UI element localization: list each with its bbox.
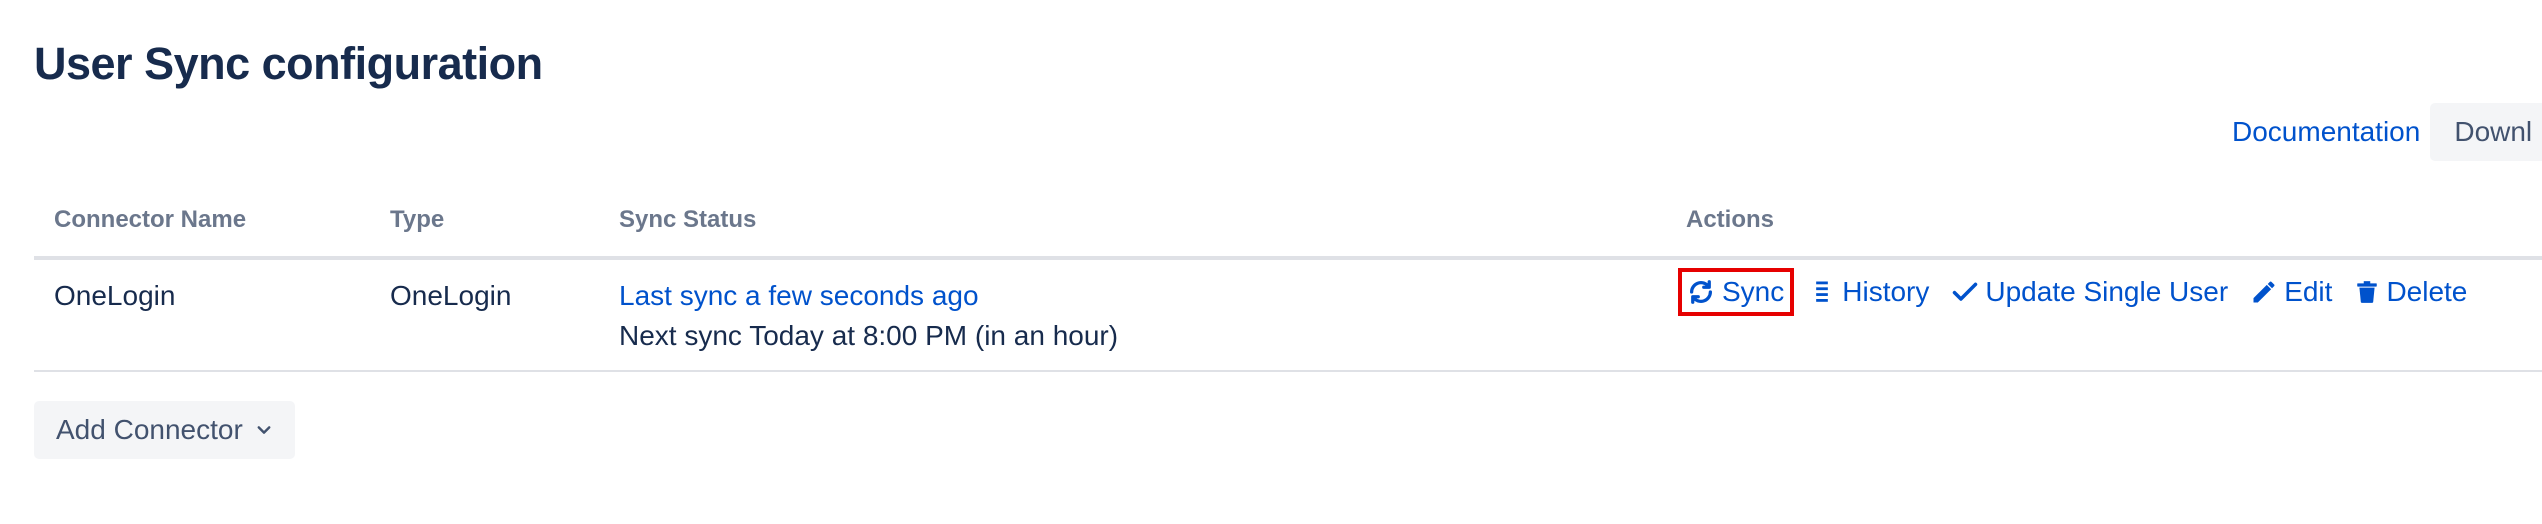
- update-single-user-button[interactable]: Update Single User: [1951, 276, 2228, 308]
- delete-label: Delete: [2386, 276, 2468, 307]
- trash-icon: [2357, 281, 2378, 303]
- sync-icon: [1690, 280, 1712, 304]
- edit-button[interactable]: Edit: [2250, 276, 2332, 308]
- sync-label: Sync: [1722, 276, 1785, 307]
- header-actions: Actions: [1686, 206, 1775, 233]
- table-row: OneLogin OneLogin Last sync a few second…: [34, 260, 2542, 372]
- page-title: User Sync configuration: [34, 38, 543, 89]
- user-sync-page: User Sync configuration Documentation Do…: [0, 0, 2542, 524]
- last-sync-link[interactable]: Last sync a few seconds ago: [619, 276, 1118, 316]
- delete-button[interactable]: Delete: [2354, 276, 2467, 308]
- next-sync-text: Next sync Today at 8:00 PM (in an hour): [619, 320, 1119, 351]
- chevron-down-icon: [257, 426, 271, 434]
- top-actions: Documentation Downl: [2232, 103, 2542, 161]
- download-button[interactable]: Downl: [2430, 103, 2542, 161]
- add-connector-button[interactable]: Add Connector: [34, 401, 295, 459]
- actions-cell: Sync History Update Single User Edit Del…: [1677, 268, 2489, 316]
- connectors-table: Connector Name Type Sync Status Actions …: [34, 196, 2542, 372]
- header-type: Type: [390, 206, 445, 233]
- update-single-user-label: Update Single User: [1985, 276, 2229, 307]
- table-header: Connector Name Type Sync Status Actions: [34, 196, 2542, 260]
- documentation-link[interactable]: Documentation: [2232, 116, 2420, 148]
- connector-name-cell: OneLogin: [54, 280, 176, 311]
- sync-button[interactable]: Sync: [1677, 268, 1795, 316]
- sync-status-cell: Last sync a few seconds ago Next sync To…: [619, 276, 1118, 356]
- list-icon: [1816, 281, 1829, 302]
- pencil-icon: [2253, 281, 2275, 303]
- history-button[interactable]: History: [1808, 276, 1929, 308]
- add-connector-label: Add Connector: [56, 414, 243, 445]
- history-label: History: [1842, 276, 1930, 307]
- header-sync-status: Sync Status: [619, 206, 757, 233]
- header-connector-name: Connector Name: [54, 206, 247, 233]
- checkmark-icon: [1953, 282, 1978, 301]
- edit-label: Edit: [2284, 276, 2333, 307]
- connector-type-cell: OneLogin: [390, 280, 512, 311]
